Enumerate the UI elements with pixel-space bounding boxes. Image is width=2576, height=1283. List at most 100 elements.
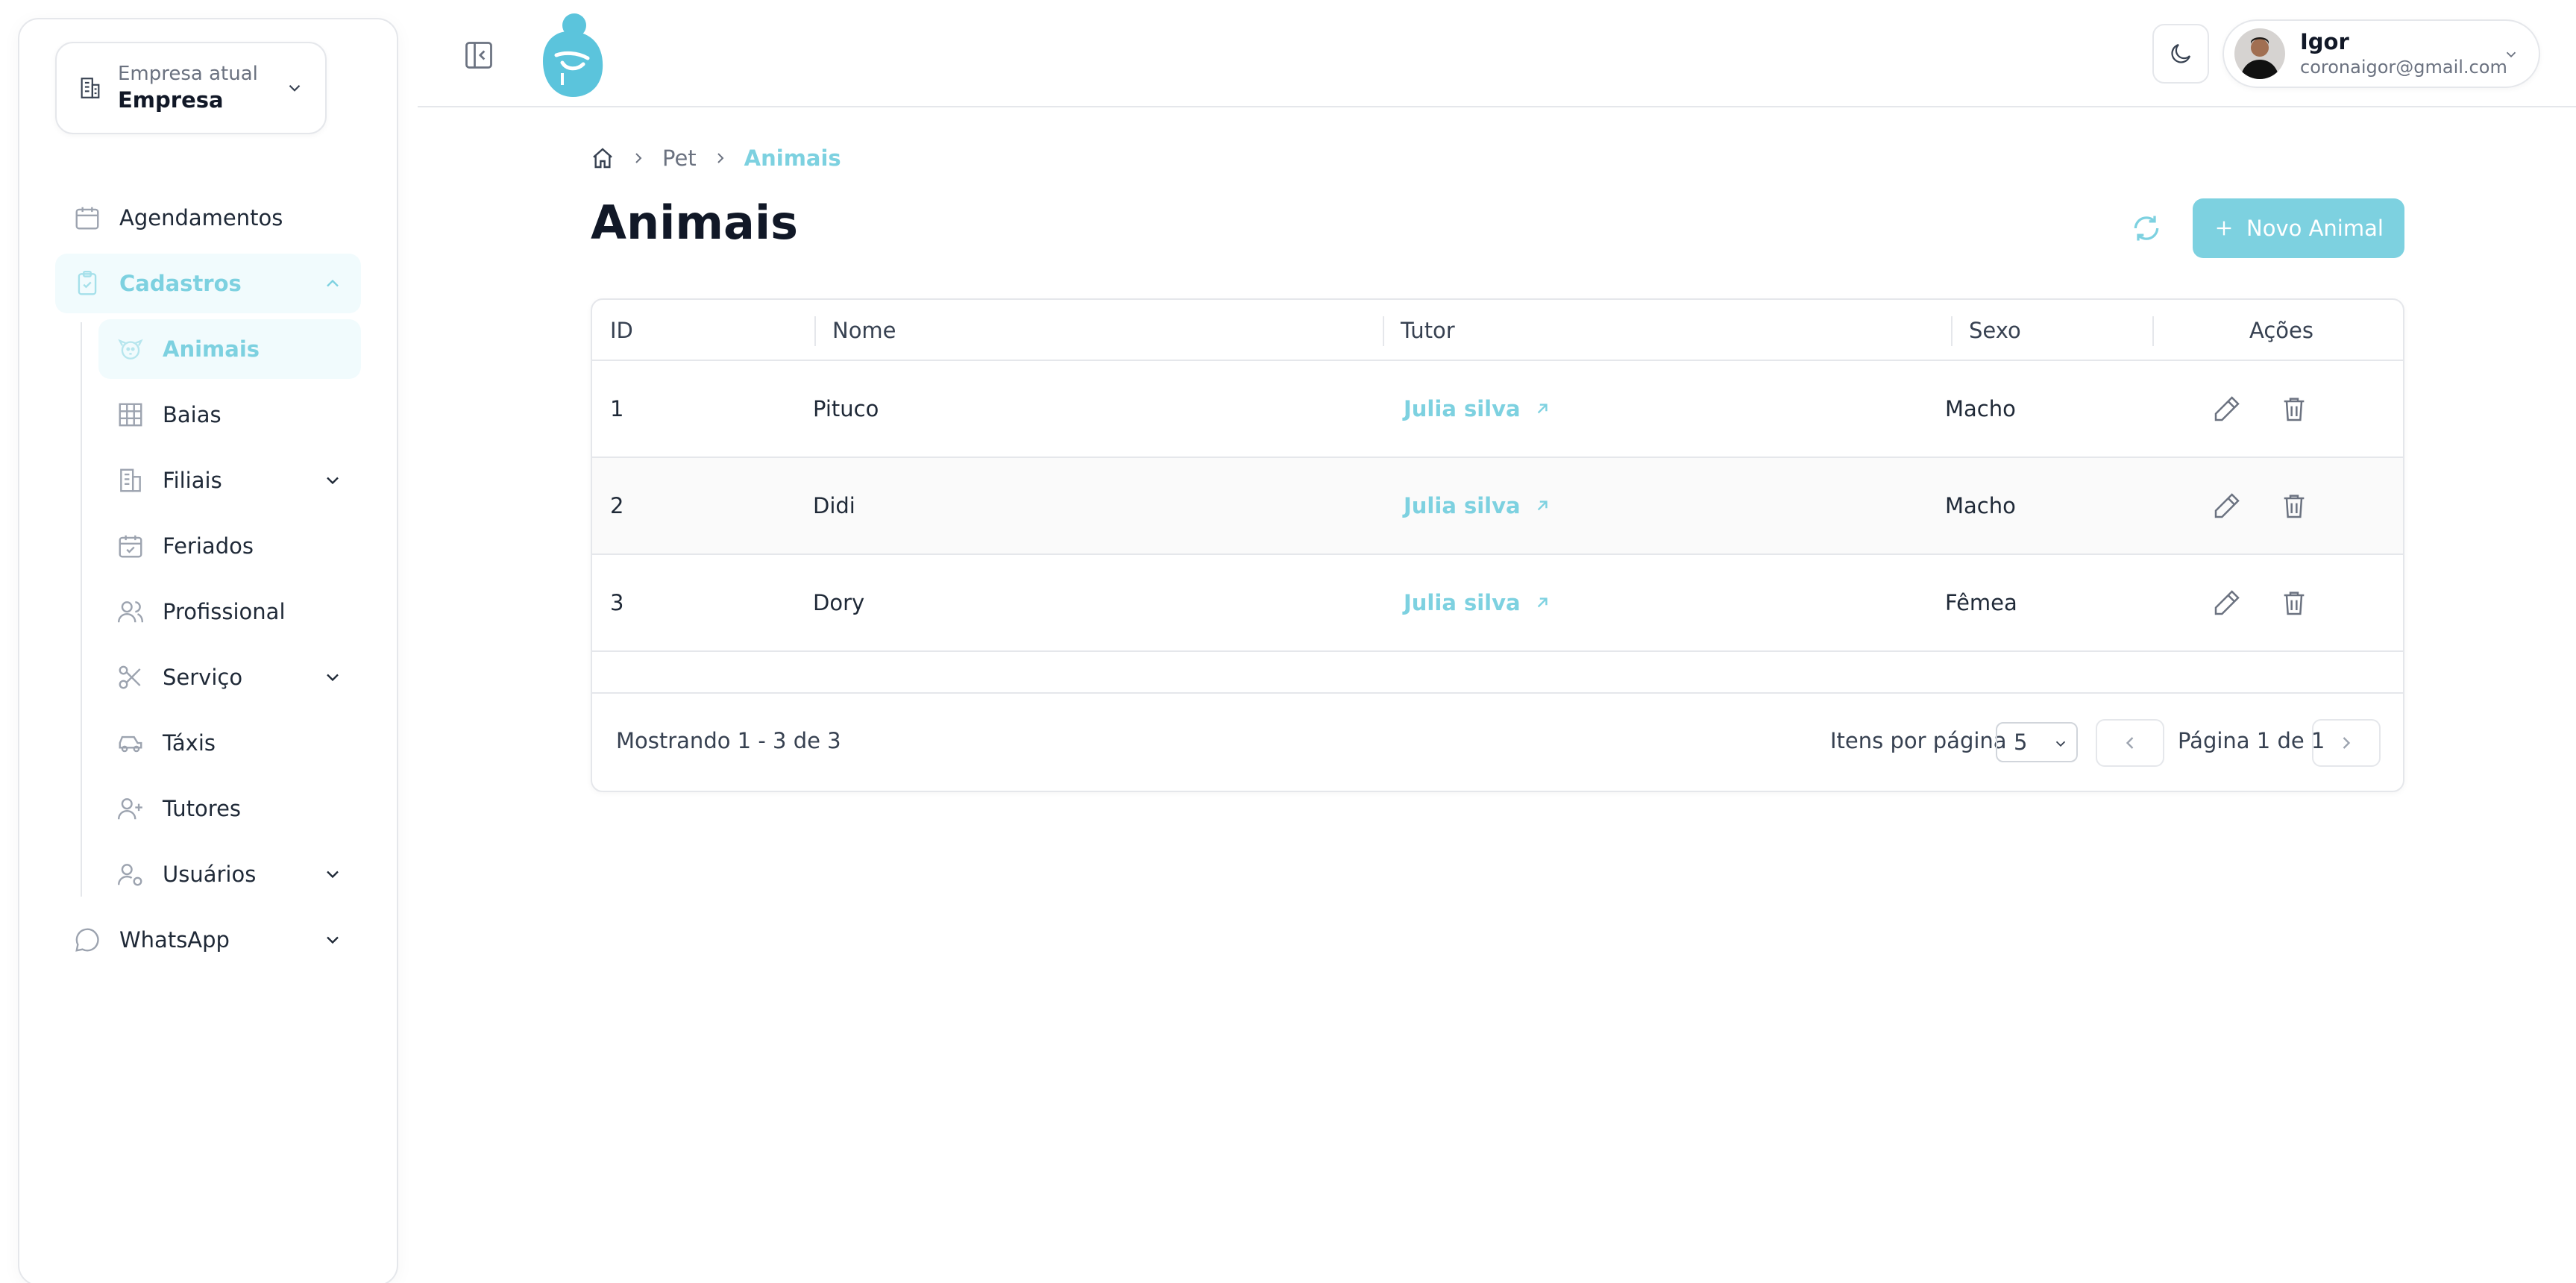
sidebar-item-whatsapp[interactable]: WhatsApp [55, 910, 361, 970]
submenu-divider [81, 322, 82, 897]
breadcrumb: Pet Animais [591, 143, 841, 173]
sidebar-item-animais[interactable]: Animais [98, 319, 361, 379]
sidebar-item-label: Táxis [163, 730, 216, 756]
sidebar-item-label: Feriados [163, 533, 254, 559]
edit-icon[interactable] [2212, 491, 2242, 521]
page-indicator: Página 1 de 1 [2178, 728, 2325, 753]
cell-nome: Pituco [813, 396, 879, 421]
sidebar-item-label: Usuários [163, 862, 257, 887]
home-icon[interactable] [591, 146, 615, 170]
per-page-label: Itens por página [1830, 728, 2007, 753]
moon-icon [2167, 40, 2194, 67]
column-header-tutor[interactable]: Tutor [1401, 300, 1455, 361]
dog-face-icon [116, 335, 145, 363]
sidebar-item-label: Profissional [163, 599, 286, 624]
sidebar-item-cadastros[interactable]: Cadastros [55, 254, 361, 313]
new-animal-button[interactable]: Novo Animal [2193, 198, 2404, 258]
sidebar-item-label: Animais [163, 336, 260, 362]
sidebar-item-baias[interactable]: Baias [98, 385, 361, 445]
tutor-name: Julia silva [1404, 493, 1521, 518]
avatar [2234, 28, 2285, 79]
table-row: 3 Dory Julia silva Fêmea [592, 555, 2403, 652]
column-divider [2152, 316, 2154, 346]
column-header-id[interactable]: ID [610, 300, 633, 361]
edit-icon[interactable] [2212, 394, 2242, 424]
new-animal-label: Novo Animal [2246, 216, 2384, 241]
company-name: Empresa [118, 87, 224, 113]
trash-icon[interactable] [2279, 588, 2309, 618]
chevron-down-icon [285, 78, 304, 98]
grid-icon [116, 401, 145, 429]
chevron-left-icon [2120, 733, 2140, 753]
sidebar-item-label: WhatsApp [119, 927, 230, 953]
chevron-down-icon [322, 470, 343, 491]
company-label: Empresa atual [118, 63, 258, 85]
calendar-check-icon [116, 532, 145, 560]
per-page-select[interactable]: 5 [1996, 722, 2078, 762]
chevron-down-icon [322, 864, 343, 885]
cell-id: 1 [610, 396, 624, 421]
refresh-icon[interactable] [2130, 212, 2163, 245]
cell-nome: Didi [813, 493, 855, 518]
app-logo [535, 9, 607, 98]
sidebar-item-profissional[interactable]: Profissional [98, 582, 361, 642]
plus-icon [2214, 218, 2234, 239]
showing-count: Mostrando 1 - 3 de 3 [616, 728, 841, 753]
sidebar-item-taxis[interactable]: Táxis [98, 713, 361, 773]
cell-nome: Dory [813, 590, 865, 615]
column-header-acoes: Ações [2249, 318, 2313, 343]
company-selector[interactable]: Empresa atual Empresa [55, 42, 327, 134]
sidebar-item-label: Serviço [163, 665, 243, 690]
edit-icon[interactable] [2212, 588, 2242, 618]
sidebar-item-usuarios[interactable]: Usuários [98, 844, 361, 904]
external-link-icon [1533, 496, 1552, 515]
table-row: 2 Didi Julia silva Macho [592, 458, 2403, 555]
tutor-link[interactable]: Julia silva [1404, 361, 1552, 457]
prev-page-button[interactable] [2096, 719, 2164, 767]
chat-bubble-icon [73, 926, 101, 954]
sidebar-item-agendamentos[interactable]: Agendamentos [55, 188, 361, 248]
external-link-icon [1533, 399, 1552, 418]
theme-toggle-button[interactable] [2152, 24, 2209, 84]
chevron-down-icon [322, 667, 343, 688]
chevron-up-icon [322, 273, 343, 294]
trash-icon[interactable] [2279, 491, 2309, 521]
tutor-link[interactable]: Julia silva [1404, 555, 1552, 650]
user-email: coronaigor@gmail.com [2300, 57, 2507, 78]
tutor-name: Julia silva [1404, 590, 1521, 615]
breadcrumb-item-pet[interactable]: Pet [662, 145, 697, 171]
cell-sexo: Fêmea [1945, 590, 2017, 615]
sidebar-item-label: Cadastros [119, 271, 242, 296]
cell-id: 2 [610, 493, 624, 518]
sidebar-item-tutores[interactable]: Tutores [98, 779, 361, 838]
user-name: Igor [2300, 29, 2349, 54]
sidebar-collapse-icon[interactable] [462, 39, 495, 72]
table-header: ID Nome Tutor Sexo Ações [592, 300, 2403, 361]
sidebar-item-label: Filiais [163, 468, 222, 493]
calendar-icon [73, 204, 101, 232]
clipboard-check-icon [73, 269, 101, 298]
chevron-down-icon [322, 929, 343, 950]
sidebar-item-feriados[interactable]: Feriados [98, 516, 361, 576]
cell-sexo: Macho [1945, 493, 2016, 518]
user-gear-icon [116, 860, 145, 888]
scissors-icon [116, 663, 145, 691]
animals-table: ID Nome Tutor Sexo Ações 1 Pituco Julia … [591, 298, 2404, 792]
users-icon [116, 597, 145, 626]
car-icon [116, 729, 145, 757]
sidebar-item-filiais[interactable]: Filiais [98, 451, 361, 510]
chevron-down-icon [2503, 46, 2519, 63]
tutor-link[interactable]: Julia silva [1404, 458, 1552, 553]
cell-id: 3 [610, 590, 624, 615]
chevron-right-icon [711, 149, 729, 167]
column-header-nome[interactable]: Nome [832, 300, 896, 361]
tutor-name: Julia silva [1404, 396, 1521, 421]
table-row: 1 Pituco Julia silva Macho [592, 361, 2403, 458]
trash-icon[interactable] [2279, 394, 2309, 424]
user-menu[interactable]: Igor coronaigor@gmail.com [2222, 19, 2540, 88]
chevron-right-icon [629, 149, 647, 167]
page-title: Animais [591, 195, 798, 250]
next-page-button[interactable] [2312, 719, 2381, 767]
sidebar-item-servico[interactable]: Serviço [98, 647, 361, 707]
column-header-sexo[interactable]: Sexo [1969, 300, 2021, 361]
